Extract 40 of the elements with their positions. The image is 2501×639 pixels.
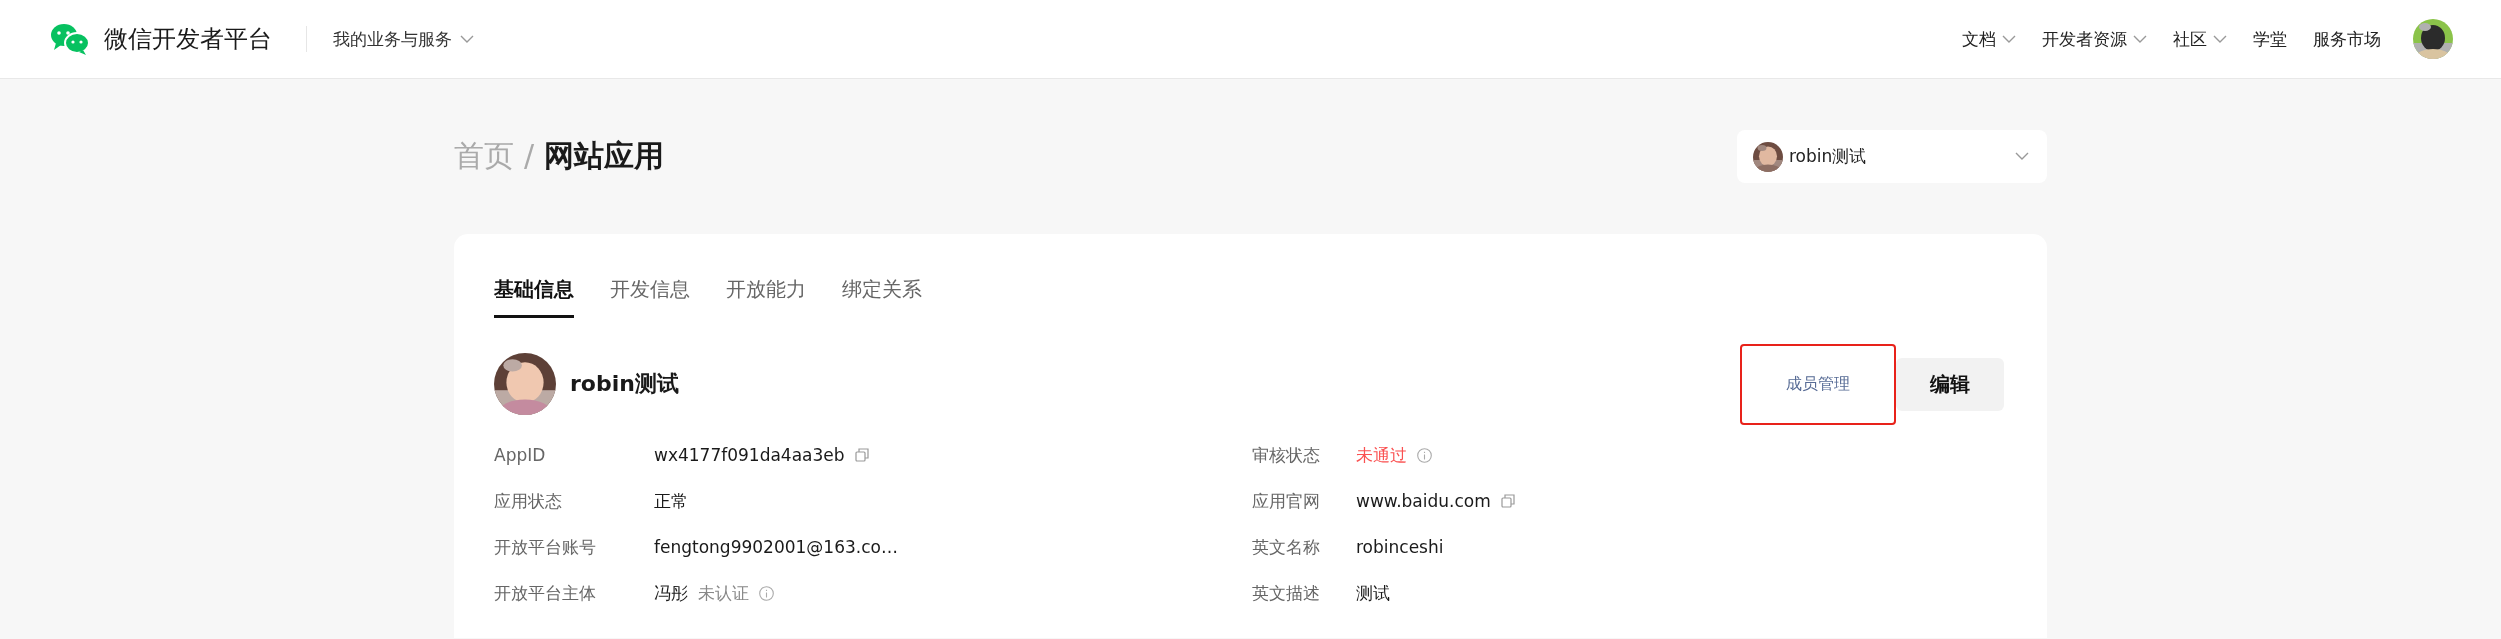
tab[interactable]: 开发信息	[610, 260, 690, 318]
field-value: 冯彤	[654, 581, 688, 605]
info-icon[interactable]	[1417, 447, 1432, 463]
tab[interactable]: 基础信息	[494, 260, 574, 318]
platform-title: 微信开发者平台	[104, 24, 272, 55]
nav-link[interactable]: 服务市场	[2313, 27, 2381, 51]
field-label: 应用官网	[1252, 489, 1321, 513]
nav-link[interactable]: 社区	[2173, 27, 2227, 51]
copy-icon[interactable]	[854, 448, 869, 462]
field-label: 开放平台账号	[494, 535, 597, 559]
field-label: 英文描述	[1252, 581, 1321, 605]
field-value: wx4177f091da4aa3eb	[654, 445, 845, 465]
chevron-down-icon	[460, 34, 474, 44]
info-icon[interactable]	[759, 585, 774, 601]
tab[interactable]: 绑定关系	[842, 260, 922, 318]
tab[interactable]: 开放能力	[726, 260, 806, 318]
field-value: www.baidu.com	[1356, 491, 1491, 511]
field-label: 开放平台主体	[494, 581, 597, 605]
copy-icon[interactable]	[1500, 494, 1515, 508]
field-label: 英文名称	[1252, 535, 1321, 559]
business-menu[interactable]: 我的业务与服务	[333, 27, 474, 51]
nav-link[interactable]: 开发者资源	[2042, 27, 2147, 51]
breadcrumb-separator: /	[524, 138, 535, 173]
page-title: 网站应用	[544, 137, 665, 175]
field-value: fengtong9902001@163.co…	[654, 537, 898, 557]
field-label: AppID	[494, 445, 547, 465]
field-value: robinceshi	[1356, 537, 1444, 557]
chevron-down-icon	[2015, 152, 2029, 161]
field-value: 正常	[654, 489, 688, 513]
field-value: 未通过	[1356, 443, 1407, 467]
app-name: robin测试	[570, 370, 679, 398]
field-label: 审核状态	[1252, 443, 1321, 467]
nav-link[interactable]: 学堂	[2253, 27, 2287, 51]
field-label: 应用状态	[494, 489, 563, 513]
nav-link[interactable]: 文档	[1962, 27, 2016, 51]
chat-bubbles-icon	[50, 23, 90, 55]
field-value: 测试	[1356, 581, 1390, 605]
status-note: 未认证	[698, 581, 749, 605]
account-selector[interactable]: robin测试	[1737, 130, 2047, 183]
edit-button[interactable]: 编辑	[1896, 357, 2004, 411]
